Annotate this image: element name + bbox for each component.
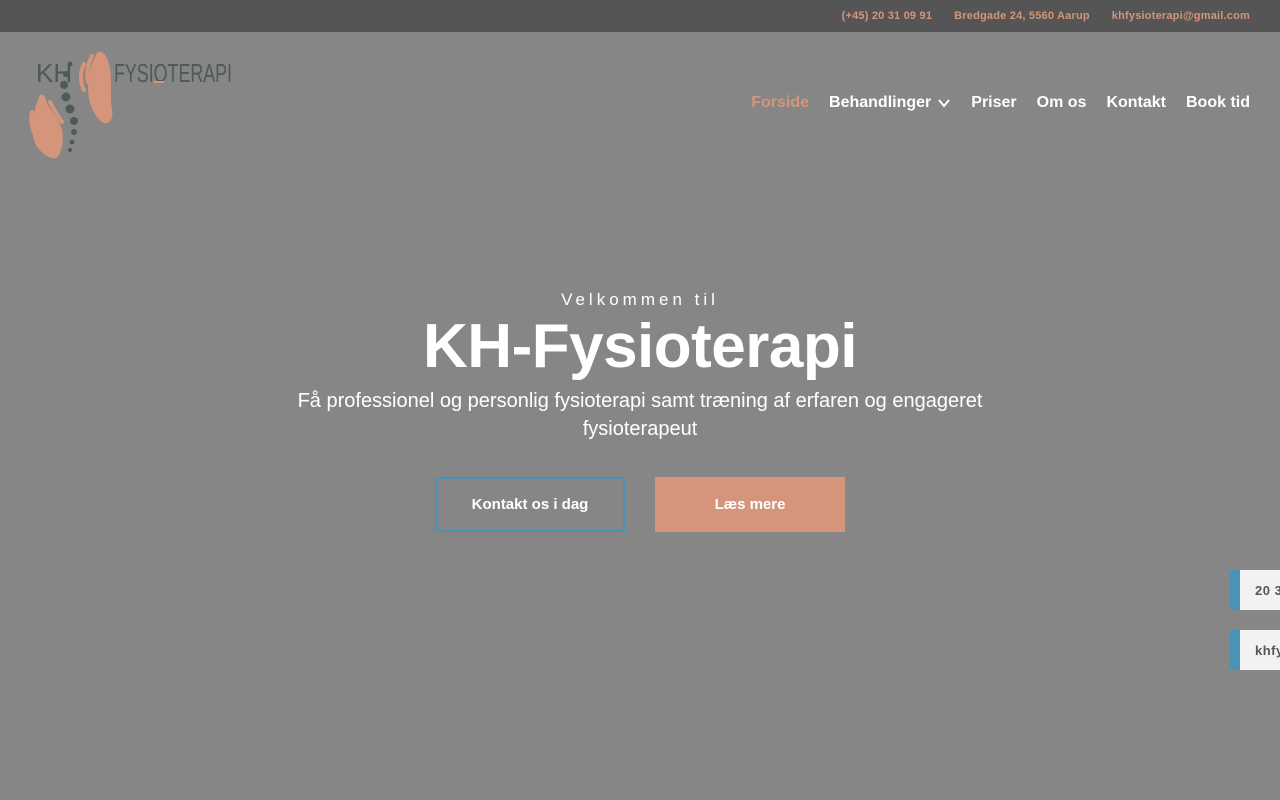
logo-kh-text: KH bbox=[36, 58, 72, 88]
nav-item-behandlinger[interactable]: Behandlinger bbox=[829, 94, 951, 112]
hero-subtitle: Få professionel og personlig fysioterapi… bbox=[297, 390, 983, 441]
side-email-text: khfysioterapi@gmail.com bbox=[1255, 642, 1280, 658]
nav-item-kontakt[interactable]: Kontakt bbox=[1106, 94, 1166, 112]
side-tab-accent bbox=[1230, 570, 1240, 610]
nav-item-book-tid[interactable]: Book tid bbox=[1186, 94, 1250, 112]
topbar-email-link[interactable]: khfysioterapi@gmail.com bbox=[1112, 10, 1250, 22]
nav-label: Book tid bbox=[1186, 94, 1250, 111]
nav-item-forside[interactable]: Forside bbox=[751, 94, 809, 112]
hands-spine-logo-icon: KH FYSIOTERAPI bbox=[29, 51, 232, 159]
chevron-down-icon bbox=[938, 99, 951, 108]
side-email-tab[interactable]: khfysioterapi@gmail.com bbox=[1230, 630, 1280, 670]
hero-eyebrow: Velkommen til bbox=[561, 290, 719, 309]
nav-label: Forside bbox=[751, 94, 810, 111]
top-contact-bar: (+45) 20 31 09 91 Bredgade 24, 5560 Aaru… bbox=[0, 0, 1280, 32]
nav-item-priser[interactable]: Priser bbox=[971, 94, 1016, 112]
logo-brand-text: FYSIOTERAPI bbox=[114, 58, 232, 88]
nav-label: Om os bbox=[1036, 94, 1087, 111]
nav-item-om-os[interactable]: Om os bbox=[1037, 94, 1087, 112]
hero-title: KH-Fysioterapi bbox=[423, 312, 857, 381]
side-phone-text: 20 31 09 91 bbox=[1255, 582, 1280, 598]
read-more-button[interactable]: Læs mere bbox=[655, 477, 845, 532]
hero-section: Velkommen til KH-Fysioterapi Få professi… bbox=[0, 290, 1280, 443]
site-logo[interactable]: KH FYSIOTERAPI bbox=[28, 50, 238, 162]
topbar-phone-link[interactable]: (+45) 20 31 09 91 bbox=[842, 10, 933, 22]
side-phone-tab[interactable]: 20 31 09 91 bbox=[1230, 570, 1280, 610]
nav-label: Priser bbox=[971, 94, 1017, 111]
contact-us-button[interactable]: Kontakt os i dag bbox=[435, 477, 625, 532]
nav-label: Kontakt bbox=[1106, 94, 1166, 111]
main-nav: Forside Behandlinger Priser Om os Kontak… bbox=[751, 94, 1250, 112]
side-tab-accent bbox=[1230, 630, 1240, 670]
nav-label: Behandlinger bbox=[829, 94, 932, 111]
hero-buttons: Kontakt os i dag Læs mere bbox=[0, 477, 1280, 532]
topbar-address-link[interactable]: Bredgade 24, 5560 Aarup bbox=[954, 10, 1090, 22]
